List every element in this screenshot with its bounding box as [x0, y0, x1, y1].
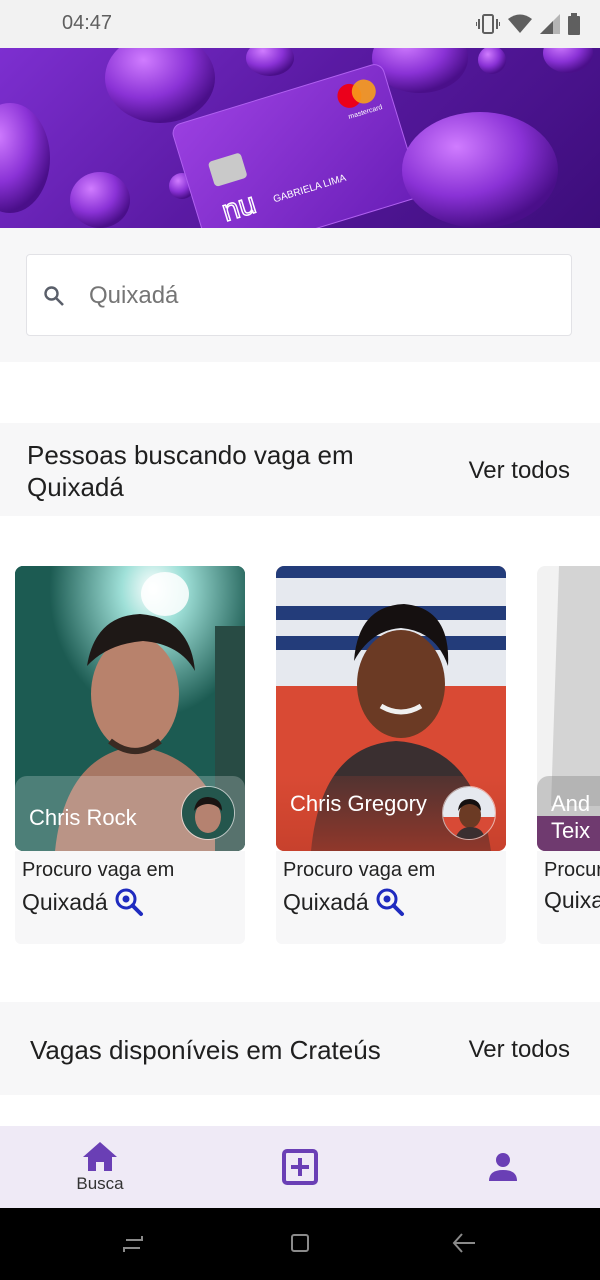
person-icon — [489, 1153, 517, 1181]
person-name: Chris Rock — [29, 805, 137, 830]
person-seeking-label: Procuro vaga em — [283, 859, 436, 881]
status-icons — [476, 12, 580, 36]
person-card[interactable]: Andr Teixe Procur Quixa — [537, 566, 600, 944]
search-input[interactable] — [87, 275, 551, 317]
people-section-title: Pessoas buscando vaga em Quixadá — [27, 440, 354, 502]
jobs-see-all-link[interactable]: Ver todos — [469, 1036, 570, 1064]
person-card[interactable]: Chris Rock Procuro vaga em Quixadá — [15, 566, 245, 944]
people-carousel[interactable]: Chris Rock Procuro vaga em Quixadá Chris… — [0, 566, 600, 946]
location-search-icon[interactable] — [114, 887, 144, 917]
person-city-row: Quixadá — [22, 887, 144, 917]
person-seeking-label: Procur — [544, 859, 600, 881]
signal-icon — [540, 14, 560, 34]
location-search-icon[interactable] — [375, 887, 405, 917]
person-name: Andr Teixe — [551, 791, 591, 843]
nav-profile[interactable] — [443, 1126, 563, 1208]
person-name-overlay: Andr Teixe — [537, 776, 600, 851]
person-name: Chris Gregory — [290, 791, 427, 816]
vibrate-icon — [476, 14, 500, 34]
person-city-row: Quixadá — [283, 887, 405, 917]
promo-banner: mastercard nu GABRIELA LIMA — [0, 48, 600, 228]
status-bar: 04:47 — [0, 0, 600, 48]
nav-add[interactable] — [240, 1126, 360, 1208]
recents-icon[interactable] — [122, 1234, 144, 1254]
add-box-icon — [282, 1149, 318, 1185]
wifi-icon — [508, 14, 532, 33]
person-info: Procur Quixa — [537, 851, 600, 944]
bottom-navigation: Busca — [0, 1126, 600, 1208]
home-button-icon[interactable] — [290, 1233, 310, 1253]
system-navigation-bar — [0, 1208, 600, 1280]
person-avatar — [181, 786, 235, 840]
nav-search[interactable]: Busca — [40, 1126, 160, 1208]
people-see-all-link[interactable]: Ver todos — [469, 457, 570, 485]
person-city: Quixadá — [22, 888, 108, 915]
person-city-row: Quixa — [544, 887, 600, 914]
bubble-shape — [70, 172, 130, 228]
home-icon — [83, 1142, 117, 1171]
search-box[interactable] — [26, 254, 572, 336]
nav-search-label: Busca — [76, 1174, 124, 1193]
person-info: Procuro vaga em Quixadá — [15, 851, 245, 944]
person-seeking-label: Procuro vaga em — [22, 859, 175, 881]
status-time: 04:47 — [62, 12, 113, 34]
person-city: Quixa — [544, 887, 600, 913]
person-info: Procuro vaga em Quixadá — [276, 851, 506, 944]
bubble-shape — [0, 103, 50, 213]
person-city: Quixadá — [283, 888, 369, 915]
bubble-shape — [402, 112, 558, 228]
battery-icon — [568, 13, 580, 35]
search-icon — [44, 286, 64, 306]
bubble-shape — [246, 48, 294, 76]
bubble-shape — [478, 48, 506, 74]
bubble-shape — [105, 48, 215, 123]
bubble-shape — [543, 48, 593, 73]
people-section-header: Pessoas buscando vaga em Quixadá Ver tod… — [0, 423, 600, 516]
person-avatar — [442, 786, 496, 840]
jobs-section-header: Vagas disponíveis em Crateús Ver todos — [0, 1002, 600, 1095]
search-area — [0, 228, 600, 362]
back-icon[interactable] — [452, 1232, 476, 1254]
jobs-section-title: Vagas disponíveis em Crateús — [30, 1035, 381, 1065]
person-card[interactable]: Chris Gregory Procuro vaga em Quixadá — [276, 566, 506, 944]
